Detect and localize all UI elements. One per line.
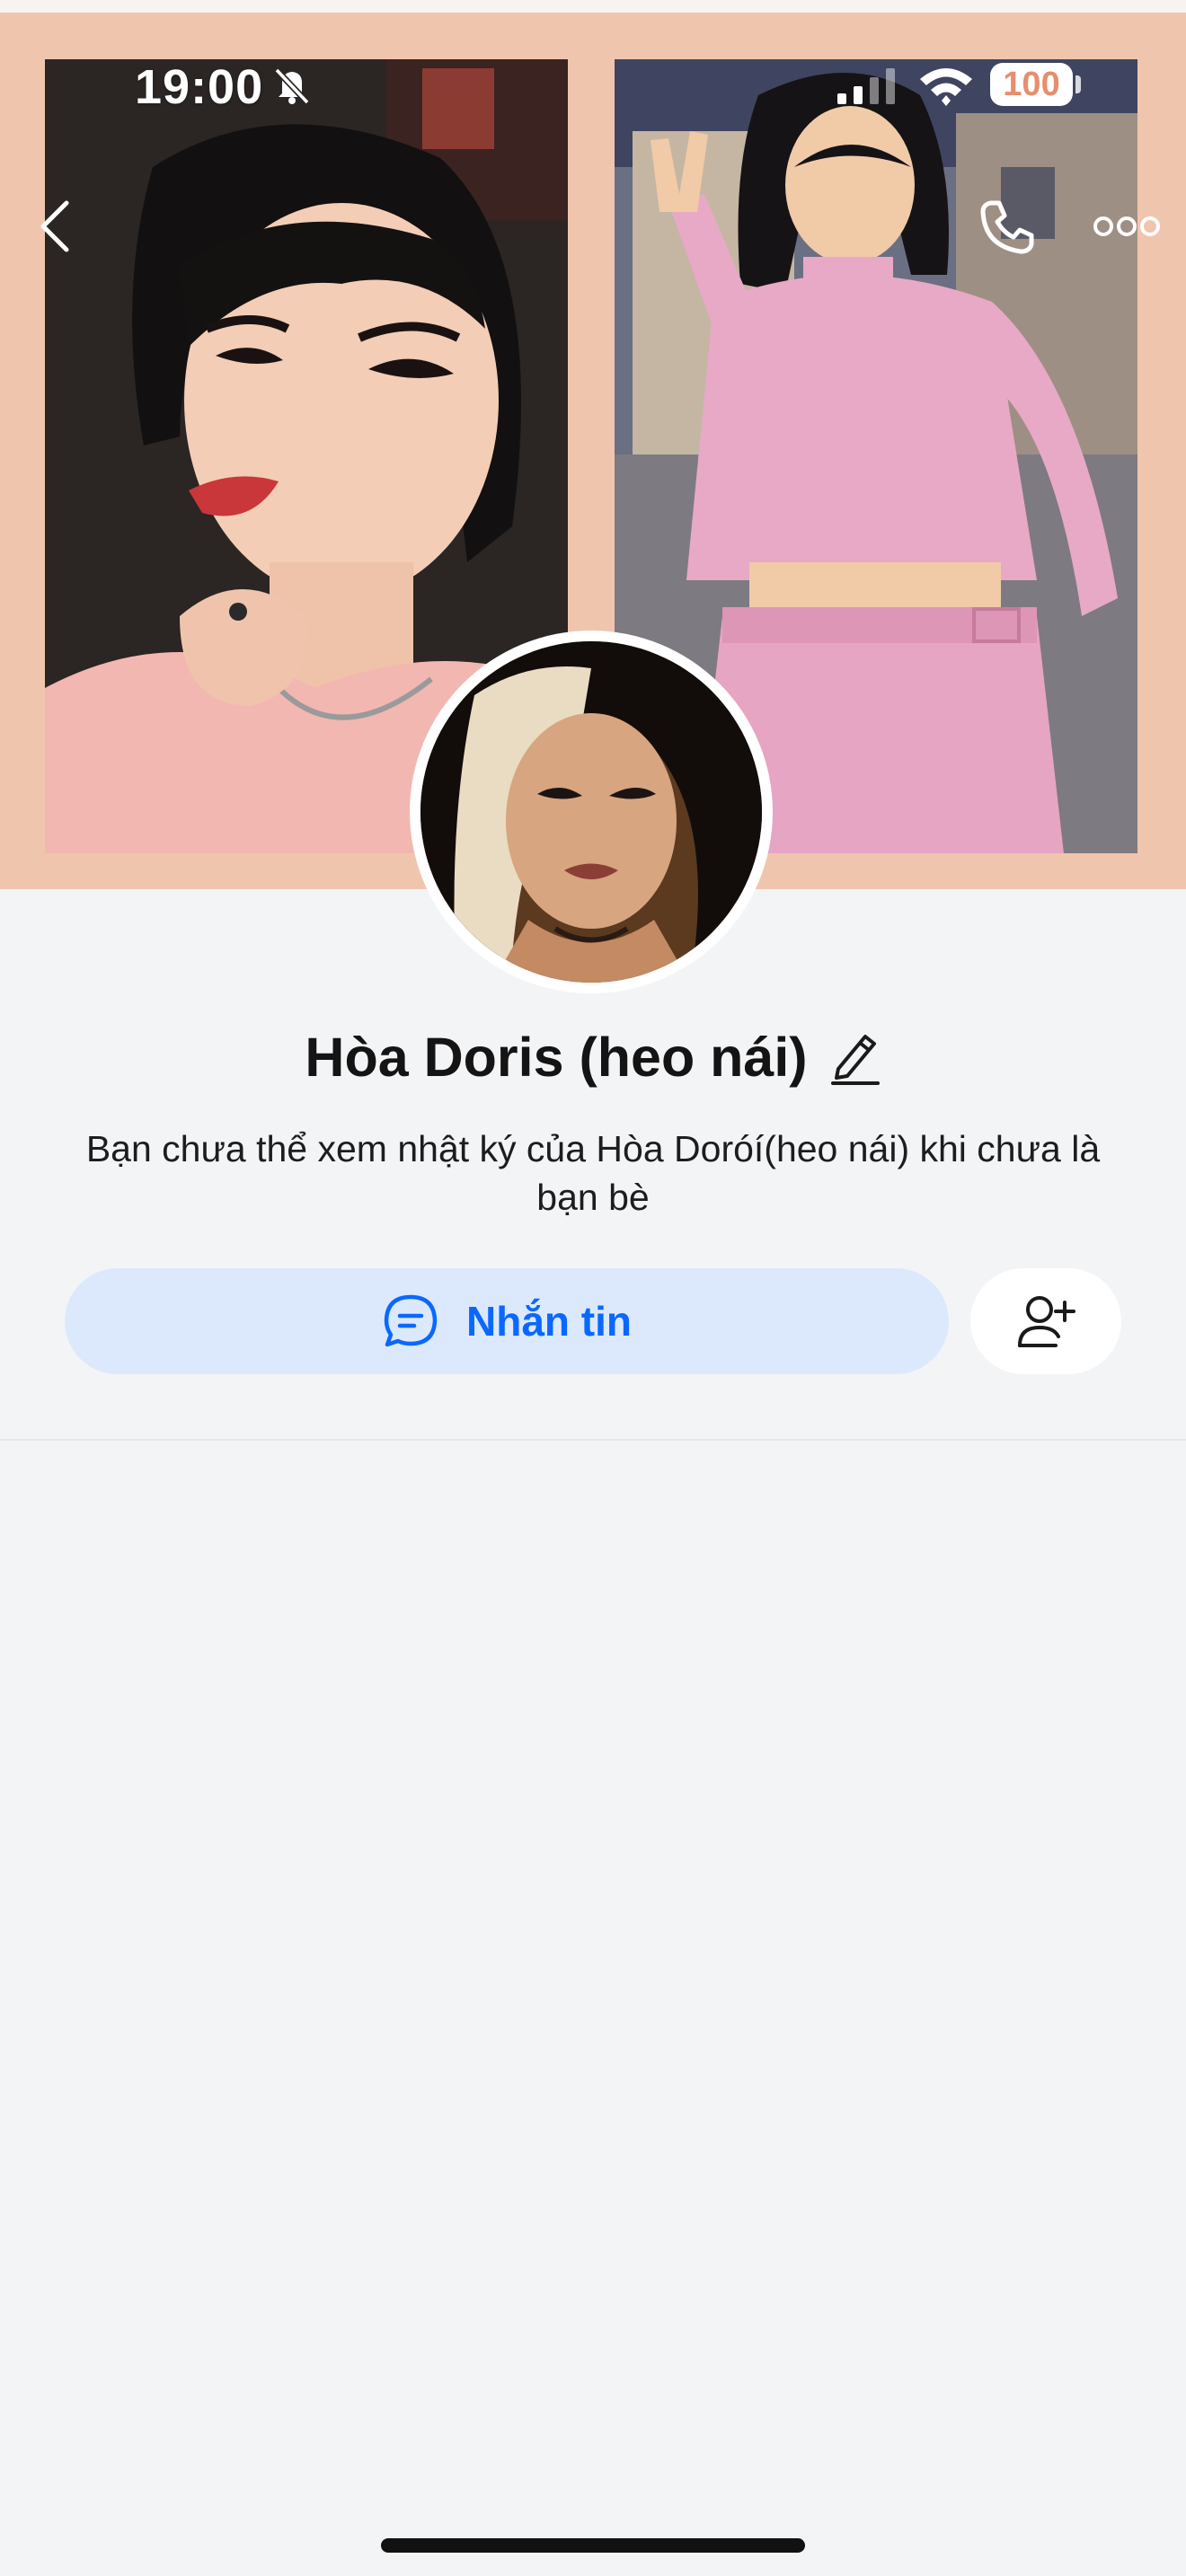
message-button-label: Nhắn tin (466, 1298, 632, 1345)
phone-icon (980, 200, 1034, 254)
privacy-note: Bạn chưa thể xem nhật ký của Hòa Doróí(h… (85, 1128, 1101, 1218)
chevron-left-icon (40, 200, 69, 252)
status-bar: 19:00 100 (0, 54, 1186, 119)
home-indicator[interactable] (381, 2538, 805, 2553)
wifi-icon (920, 68, 972, 106)
profile-name-row: Hòa Doris (heo nái) (0, 1017, 1186, 1098)
battery-level: 100 (1003, 65, 1060, 103)
section-divider (0, 1439, 1186, 1441)
pencil-icon[interactable] (829, 1028, 881, 1087)
bell-off-icon (274, 67, 310, 105)
avatar[interactable] (410, 631, 773, 993)
battery-tip (1075, 75, 1081, 93)
more-horizontal-icon (1093, 216, 1160, 236)
back-button[interactable] (36, 199, 75, 253)
cellular-signal-icon (837, 68, 895, 104)
chat-bubble-icon (384, 1294, 438, 1347)
battery-indicator: 100 (990, 63, 1073, 106)
avatar-image (420, 641, 762, 983)
cover-top-strip (0, 0, 1186, 13)
call-button[interactable] (978, 198, 1037, 257)
profile-name: Hòa Doris (heo nái) (305, 1027, 808, 1088)
add-user-icon (1018, 1296, 1075, 1347)
more-options-button[interactable] (1093, 208, 1161, 244)
status-time: 19:00 (135, 60, 264, 114)
message-button[interactable]: Nhắn tin (65, 1268, 949, 1374)
add-friend-button[interactable] (970, 1268, 1121, 1374)
